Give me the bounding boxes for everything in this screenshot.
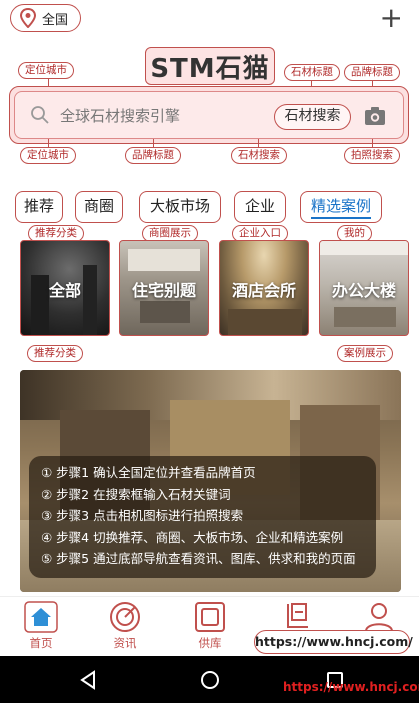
search-placeholder: 全球石材搜索引擎 (60, 107, 181, 125)
annotation-category: 推荐分类 (27, 345, 83, 362)
supply-icon (287, 603, 308, 628)
home-button-icon[interactable] (200, 670, 220, 690)
nav-label: 首页 (29, 636, 53, 650)
location-pin-icon (19, 8, 37, 28)
leader-line (372, 139, 373, 147)
nav-news[interactable]: 资讯 (90, 597, 160, 655)
category-card-residential[interactable]: 住宅别题 (119, 240, 209, 336)
annotation-case-display: 案例展示 (337, 345, 393, 362)
tab-enterprise[interactable]: 企业 (234, 191, 286, 223)
location-button[interactable]: 全国 (10, 4, 81, 32)
gallery-icon (195, 602, 225, 632)
news-icon (110, 602, 140, 632)
category-card-hotel[interactable]: 酒店会所 (219, 240, 309, 336)
tab-featured-cases[interactable]: 精选案例 (300, 191, 382, 223)
nav-supply[interactable] (262, 597, 332, 631)
step-2: ② 步骤2 在搜索框输入石材关键词 (41, 486, 231, 502)
location-label: 全国 (42, 12, 69, 28)
annotation-stone-search: 石材搜索 (231, 147, 287, 164)
search-icon (31, 106, 49, 124)
card-label: 全部 (48, 281, 81, 300)
leader-line (153, 139, 154, 147)
step-4: ④ 步骤4 切换推荐、商圈、大板市场、企业和精选案例 (41, 529, 344, 545)
nav-gallery[interactable]: 供库 (175, 597, 245, 655)
card-label: 办公大楼 (331, 281, 396, 300)
step-5: ⑤ 步骤5 通过底部导航查看资讯、图库、供求和我的页面 (41, 551, 356, 566)
nav-home[interactable]: 首页 (6, 597, 76, 655)
category-card-office[interactable]: 办公大楼 (319, 240, 409, 336)
nav-mine[interactable] (344, 597, 414, 632)
annotation-stone-title: 石材标题 (284, 64, 340, 81)
annotation-photo-search: 拍照搜索 (344, 147, 400, 164)
leader-line (48, 139, 49, 147)
app-logo: STM石猫 (145, 47, 275, 85)
annotation-location: 定位城市 (18, 62, 74, 79)
annotation-brand-title: 品牌标题 (344, 64, 400, 81)
card-label: 酒店会所 (231, 281, 296, 300)
back-icon[interactable] (78, 670, 98, 690)
card-label: 住宅别题 (131, 281, 196, 300)
camera-icon[interactable] (364, 106, 386, 126)
plus-icon[interactable]: + (380, 4, 403, 32)
leader-line (258, 139, 259, 147)
step-3: ③ 步骤3 点击相机图标进行拍照搜索 (41, 508, 244, 523)
annotation-brand-title-2: 品牌标题 (125, 147, 181, 164)
annotation-location-2: 定位城市 (20, 147, 76, 164)
home-icon (24, 601, 58, 633)
nav-label: 资讯 (113, 636, 137, 650)
nav-label: 供库 (198, 636, 222, 650)
watermark-url: https://www.hncj.com/ (254, 630, 413, 654)
tab-business-district[interactable]: 商圈 (75, 191, 123, 223)
tab-recommend[interactable]: 推荐 (15, 191, 63, 223)
watermark-url-red: https://www.hncj.com/ (283, 680, 419, 694)
step-1: ① 步骤1 确认全国定位并查看品牌首页 (41, 465, 256, 480)
tab-slab-market[interactable]: 大板市场 (139, 191, 221, 223)
step-instructions: ① 步骤1 确认全国定位并查看品牌首页 ② 步骤2 在搜索框输入石材关键词 ③ … (29, 456, 376, 578)
category-card-all[interactable]: 全部 (20, 240, 110, 336)
user-icon (365, 603, 393, 632)
stone-search-button[interactable]: 石材搜索 (274, 104, 351, 130)
